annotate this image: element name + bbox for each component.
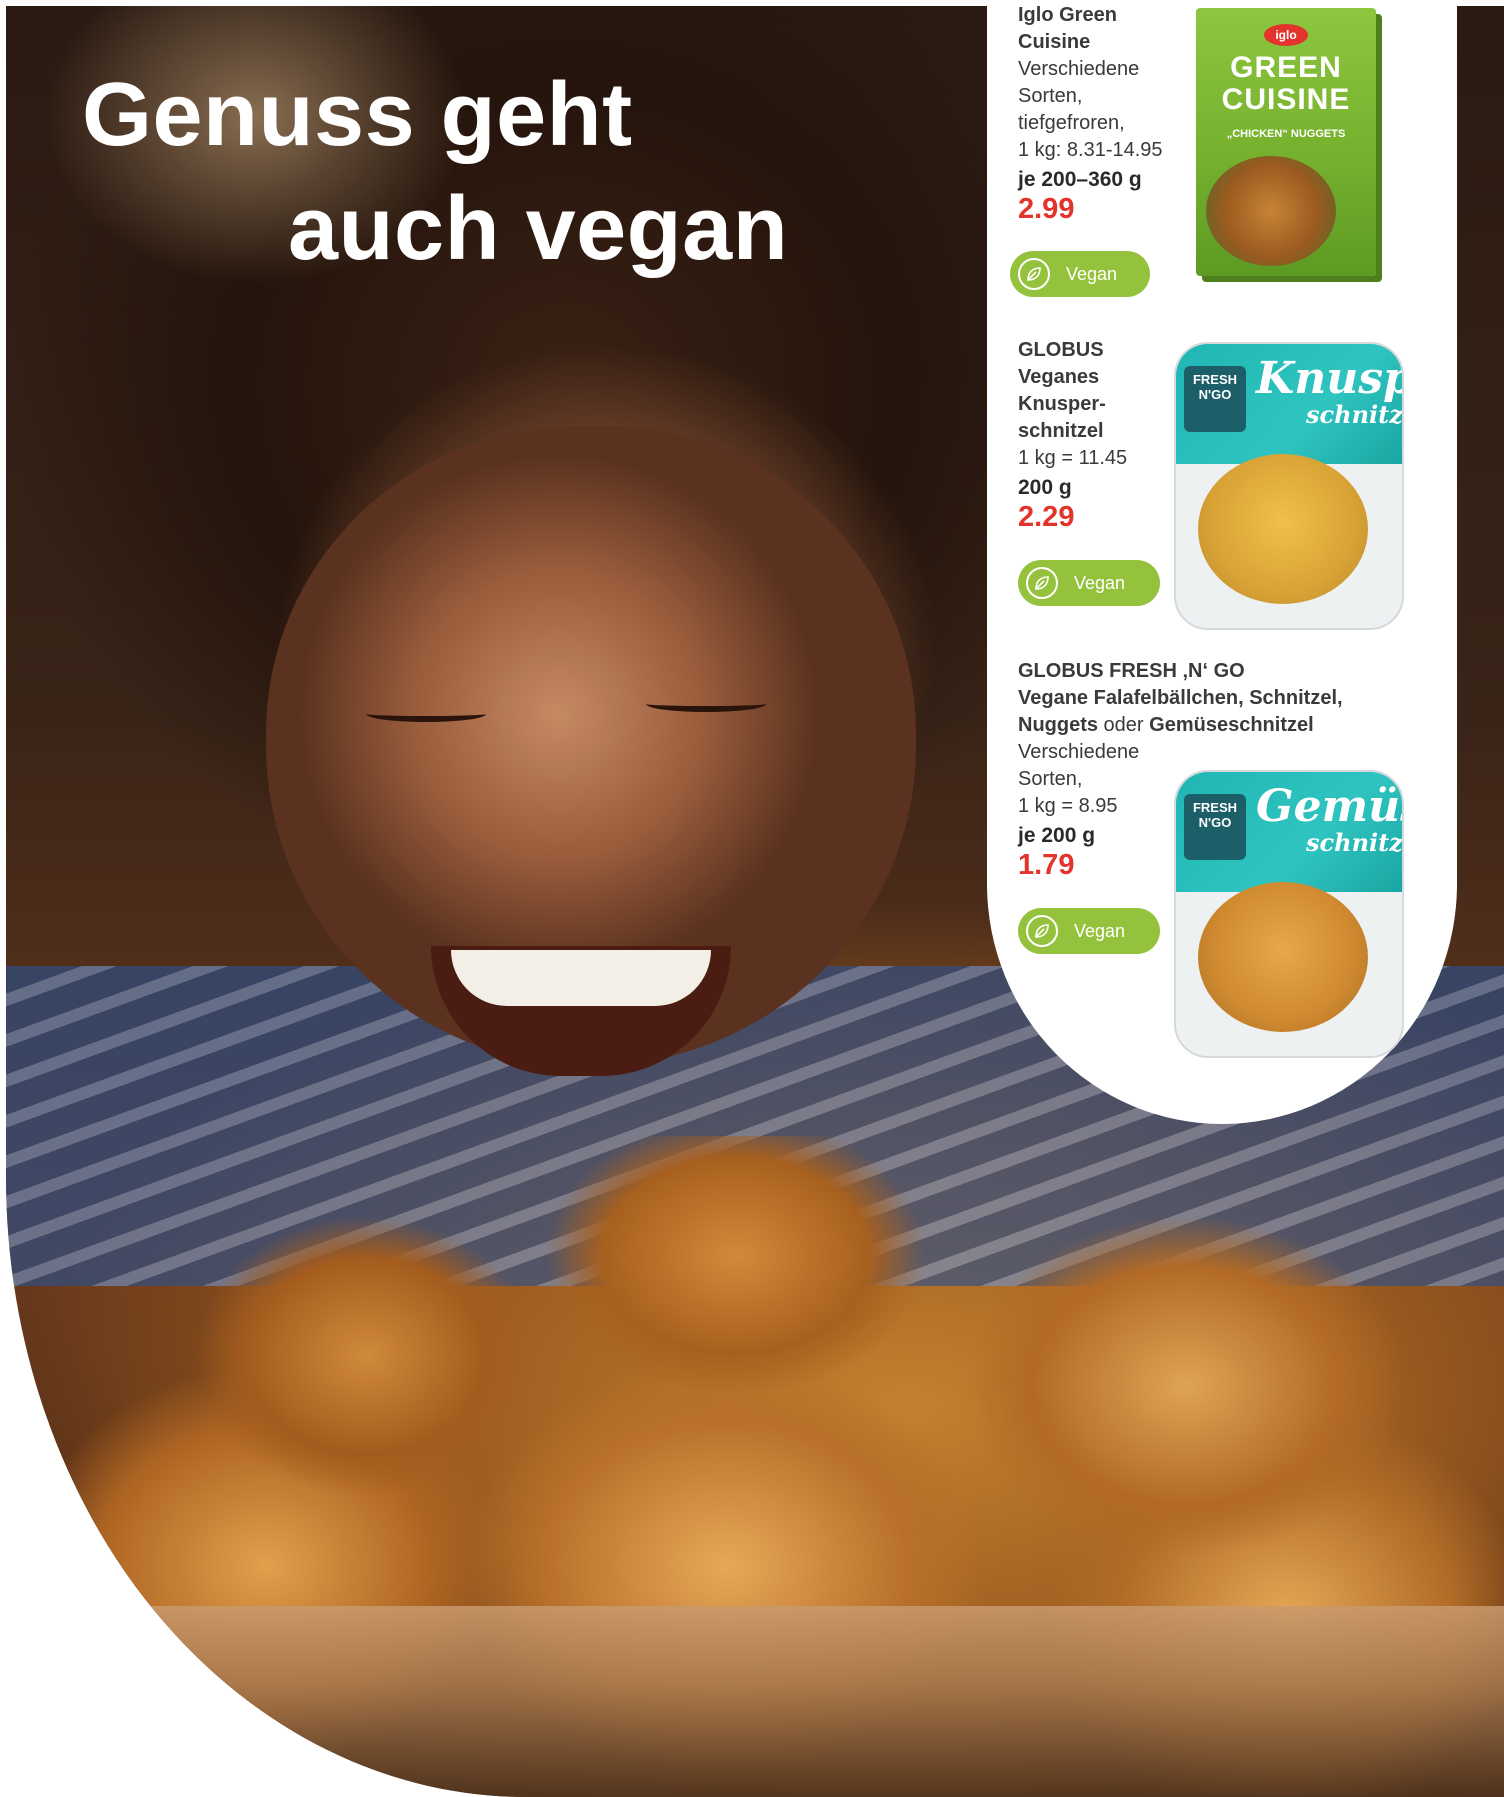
vegan-badge-label: Vegan — [1066, 263, 1118, 284]
nuggets-plate-image — [1206, 156, 1336, 266]
left-eye — [366, 706, 486, 722]
pack-subtitle: schnitzel — [1306, 828, 1403, 857]
product-variant: Gemüseschnitzel — [1149, 714, 1314, 736]
vegan-badge-label: Vegan — [1074, 920, 1126, 941]
iglo-logo: iglo — [1264, 24, 1308, 46]
variant-joiner: oder — [1098, 714, 1150, 736]
gemueseschnitzel-package-image: FRESH N'GO Gemüse schnitzel — [1174, 770, 1404, 1058]
teeth — [451, 950, 711, 1006]
leaf-icon — [1018, 258, 1050, 290]
product-brand: GLOBUS FRESH ‚N‘ GO — [1018, 660, 1245, 682]
vegan-badge[interactable]: Vegan — [1018, 908, 1160, 954]
pack-title: Knusper- — [1256, 353, 1402, 404]
iglo-package-image: iglo GREEN CUISINE „CHICKEN“ NUGGETS — [1196, 8, 1376, 276]
product-desc: Verschiedene — [1018, 741, 1140, 763]
plate-rim — [6, 1606, 1504, 1797]
fresh-n-go-logo: FRESH N'GO — [1184, 366, 1246, 432]
fresh-n-go-logo: FRESH N'GO — [1184, 794, 1246, 860]
iglo-pack-subtitle: „CHICKEN“ NUGGETS — [1226, 128, 1346, 140]
product-name: Vegane Falafelbällchen, Schnitzel, — [1018, 687, 1343, 709]
leaf-icon — [1026, 567, 1058, 599]
pack-subtitle: schnitzel — [1306, 400, 1403, 429]
vegan-badge-label: Vegan — [1074, 572, 1126, 593]
vegan-badge[interactable]: Vegan — [1010, 251, 1150, 297]
iglo-pack-title: GREEN CUISINE — [1221, 51, 1351, 116]
leaf-icon — [1026, 915, 1058, 947]
knusperschnitzel-package-image: FRESH N'GO Knusper- schnitzel — [1174, 342, 1404, 630]
right-eye — [646, 696, 766, 712]
pack-title: Gemüse — [1256, 781, 1402, 832]
product-variant: Nuggets — [1018, 714, 1098, 736]
product-name-variants: Nuggets oder Gemüseschnitzel — [1018, 712, 1448, 739]
schnitzel-image — [1198, 454, 1368, 604]
headline-line-1: Genuss geht — [82, 65, 633, 165]
vegan-badge[interactable]: Vegan — [1018, 560, 1160, 606]
schnitzel-image — [1198, 882, 1368, 1032]
headline-line-2: auch vegan — [288, 179, 789, 279]
